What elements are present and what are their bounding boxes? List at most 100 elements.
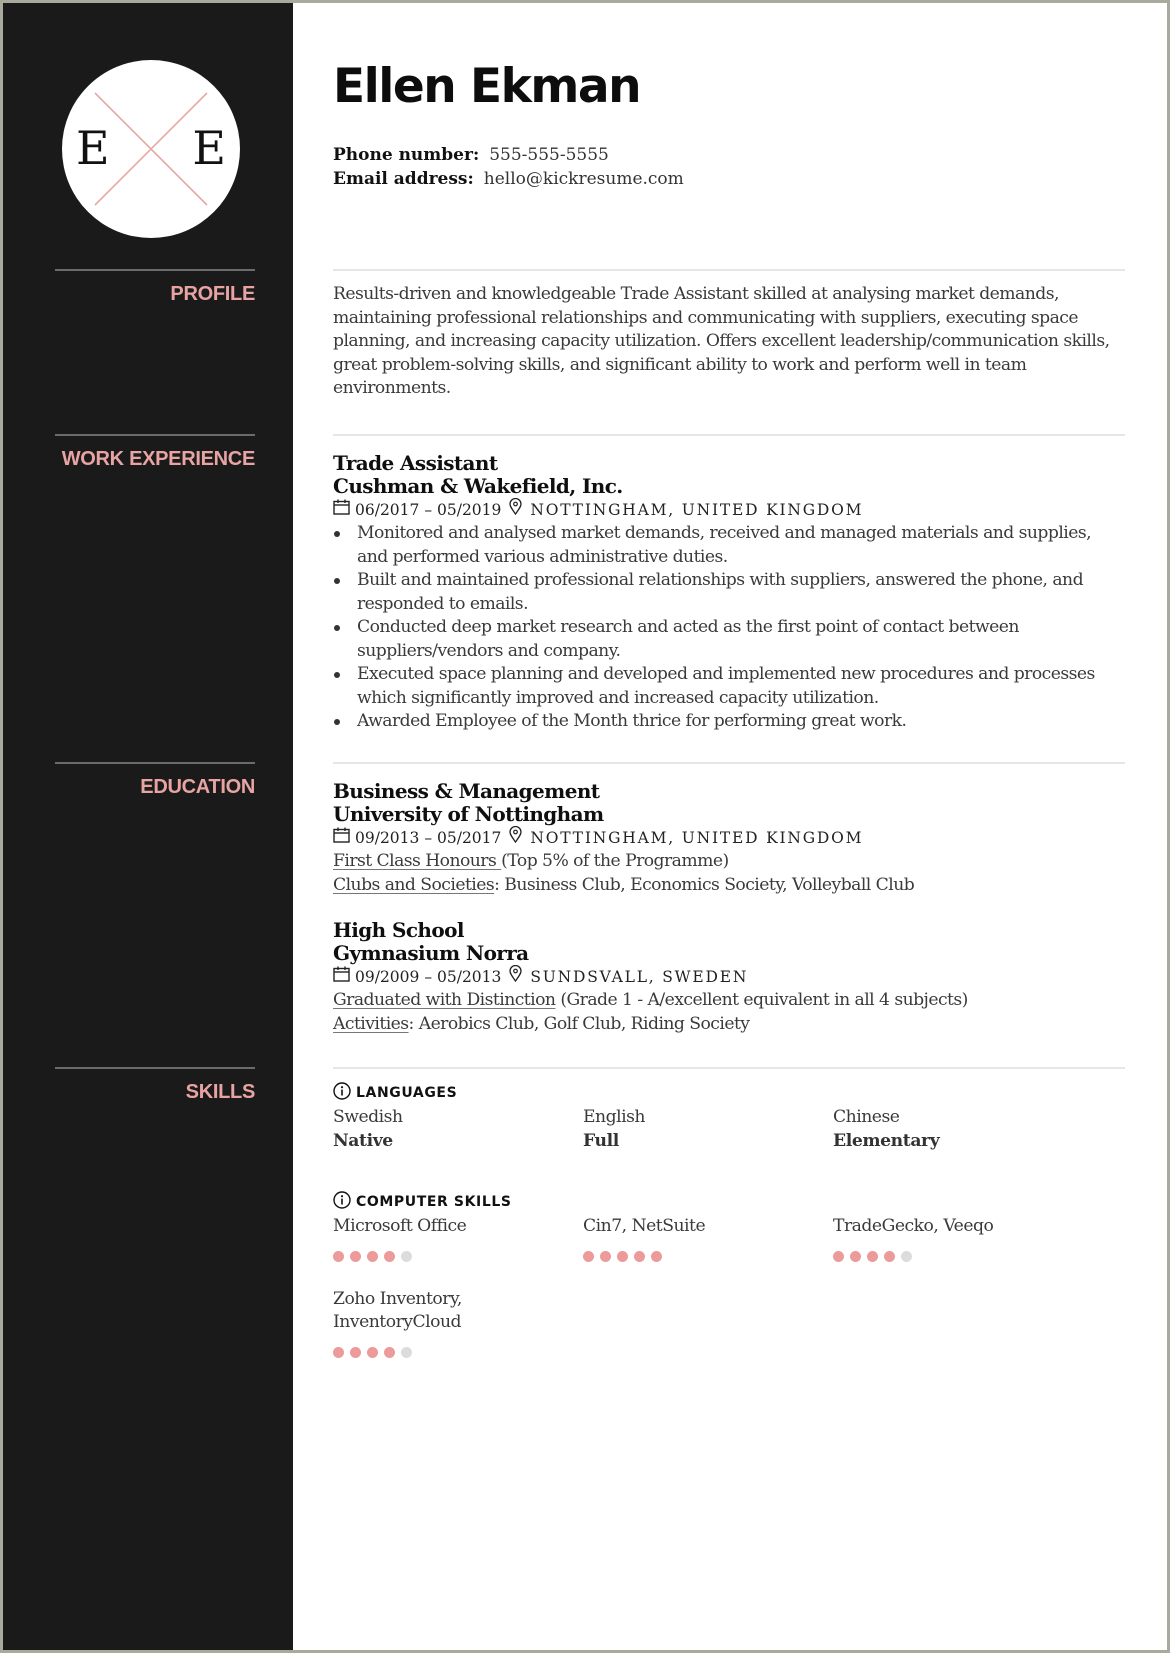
- degree-title: High School: [333, 918, 464, 942]
- education-honours: Graduated with Distinction (Grade 1 - A/…: [333, 989, 1125, 1013]
- work-entry: Trade Assistant Cushman & Wakefield, Inc…: [333, 452, 1125, 734]
- rating-dot-filled: [651, 1250, 662, 1262]
- sidebar-section-work: WORK EXPERIENCE: [55, 434, 257, 471]
- skill-item: Microsoft Office: [333, 1215, 583, 1262]
- map-pin-icon: [509, 825, 523, 850]
- monogram-initial-first: E: [76, 121, 110, 175]
- language-level: Elementary: [833, 1130, 940, 1151]
- section-label-skills: SKILLS: [185, 1081, 256, 1103]
- divider: [55, 1067, 255, 1069]
- rating-dot-empty: [401, 1346, 412, 1358]
- education-entry: Business & Management University of Nott…: [333, 780, 1125, 897]
- email-value[interactable]: hello@kickresume.com: [484, 169, 684, 189]
- activities-label: Activities: [333, 1013, 409, 1034]
- list-item: Monitored and analysed market demands, r…: [333, 522, 1125, 569]
- computer-skills-list: Microsoft Office Cin7, NetSuite TradeGec…: [333, 1215, 1125, 1358]
- info-circle-icon: [333, 1082, 351, 1104]
- skill-name: Zoho Inventory, InventoryCloud: [333, 1288, 462, 1333]
- rating-dot-empty: [401, 1250, 412, 1262]
- resume-page: E E PROFILE WORK EXPERIENCE EDUCATION SK…: [3, 3, 1167, 1650]
- education-meta: 09/2013 – 05/2017 Nottingham, United Kin…: [333, 825, 1125, 850]
- list-item: Built and maintained professional relati…: [333, 569, 1125, 616]
- rating-dot-filled: [634, 1250, 645, 1262]
- job-location: Nottingham, United Kingdom: [530, 500, 864, 519]
- calendar-icon: [333, 499, 350, 522]
- sidebar-section-skills: SKILLS: [55, 1067, 257, 1104]
- rating-dot-filled: [333, 1250, 344, 1262]
- sidebar-section-profile: PROFILE: [55, 269, 257, 306]
- clubs-label: Clubs and Societies: [333, 874, 495, 895]
- phone-value[interactable]: 555-555-5555: [489, 145, 609, 165]
- skill-name: Cin7, NetSuite: [583, 1216, 706, 1236]
- languages-list: Swedish Native English Full Chinese Elem…: [333, 1106, 1125, 1153]
- language-name: Chinese: [833, 1107, 900, 1127]
- rating-dot-filled: [583, 1250, 594, 1262]
- education-dates: 09/2009 – 05/2013: [355, 967, 502, 986]
- profile-section: Results-driven and knowledgeable Trade A…: [333, 269, 1125, 401]
- rating-dot-filled: [850, 1250, 861, 1262]
- skill-rating: [333, 1250, 583, 1262]
- contact-info: Phone number: 555-555-5555 Email address:…: [333, 143, 684, 191]
- languages-group: LANGUAGES Swedish Native English Full Ch…: [333, 1082, 1125, 1153]
- rating-dot-filled: [600, 1250, 611, 1262]
- list-item: Awarded Employee of the Month thrice for…: [333, 710, 1125, 734]
- divider: [333, 762, 1125, 764]
- section-label-education: EDUCATION: [140, 776, 255, 798]
- phone-row: Phone number: 555-555-5555: [333, 143, 684, 167]
- list-item: Executed space planning and developed an…: [333, 663, 1125, 710]
- rating-dot-empty: [901, 1250, 912, 1262]
- section-label-work-experience: WORK EXPERIENCE: [61, 448, 256, 470]
- school-name: Gymnasium Norra: [333, 941, 529, 965]
- job-dates: 06/2017 – 05/2019: [355, 500, 502, 519]
- work-section: Trade Assistant Cushman & Wakefield, Inc…: [333, 434, 1125, 734]
- rating-dot-filled: [350, 1250, 361, 1262]
- sidebar-section-education: EDUCATION: [55, 762, 257, 799]
- education-honours: First Class Honours (Top 5% of the Progr…: [333, 850, 1125, 874]
- activities-detail: : Aerobics Club, Golf Club, Riding Socie…: [408, 1013, 750, 1034]
- computer-skills-group: COMPUTER SKILLS Microsoft Office Cin7, N…: [333, 1191, 1125, 1358]
- section-label-profile: PROFILE: [170, 283, 255, 305]
- monogram-initial-last: E: [192, 121, 226, 175]
- honours-label: Graduated with Distinction: [333, 990, 556, 1010]
- email-label: Email address:: [333, 169, 474, 189]
- rating-dot-filled: [833, 1250, 844, 1262]
- candidate-name: Ellen Ekman: [333, 59, 642, 114]
- rating-dot-filled: [867, 1250, 878, 1262]
- education-location: Nottingham, United Kingdom: [530, 828, 864, 847]
- language-item: Chinese Elementary: [833, 1106, 1083, 1153]
- divider: [55, 434, 255, 436]
- honours-label: First Class Honours: [333, 851, 502, 871]
- education-location: Sundsvall, Sweden: [530, 967, 749, 986]
- rating-dot-filled: [384, 1250, 395, 1262]
- education-section: Business & Management University of Nott…: [333, 762, 1125, 1036]
- divider: [333, 269, 1125, 271]
- divider: [55, 269, 255, 271]
- computer-skills-heading: COMPUTER SKILLS: [333, 1191, 1125, 1213]
- skill-item: TradeGecko, Veeqo: [833, 1215, 1083, 1262]
- phone-label: Phone number:: [333, 145, 480, 165]
- profile-summary: Results-driven and knowledgeable Trade A…: [333, 284, 1110, 398]
- education-entry: High School Gymnasium Norra 09/2009 – 05…: [333, 919, 1125, 1036]
- job-title: Trade Assistant: [333, 451, 498, 475]
- education-activities: Activities: Aerobics Club, Golf Club, Ri…: [333, 1013, 1125, 1037]
- clubs-detail: : Business Club, Economics Society, Voll…: [494, 874, 915, 895]
- rating-dot-filled: [350, 1346, 361, 1358]
- rating-dot-filled: [384, 1346, 395, 1358]
- divider: [55, 762, 255, 764]
- education-dates: 09/2013 – 05/2017: [355, 828, 502, 847]
- language-level: Full: [583, 1130, 619, 1151]
- skill-name: Microsoft Office: [333, 1216, 467, 1236]
- sidebar: E E PROFILE WORK EXPERIENCE EDUCATION SK…: [3, 3, 293, 1650]
- skill-name: TradeGecko, Veeqo: [833, 1216, 994, 1236]
- map-pin-icon: [509, 497, 523, 522]
- honours-detail: (Top 5% of the Programme): [501, 851, 729, 871]
- skills-section: LANGUAGES Swedish Native English Full Ch…: [333, 1067, 1125, 1358]
- skill-rating: [583, 1250, 833, 1262]
- honours-detail: (Grade 1 - A/excellent equivalent in all…: [555, 990, 968, 1010]
- language-name: English: [583, 1107, 646, 1127]
- skill-rating: [833, 1250, 1083, 1262]
- info-circle-icon: [333, 1191, 351, 1213]
- education-clubs: Clubs and Societies: Business Club, Econ…: [333, 874, 1125, 898]
- languages-title: LANGUAGES: [356, 1085, 458, 1101]
- email-row: Email address: hello@kickresume.com: [333, 167, 684, 191]
